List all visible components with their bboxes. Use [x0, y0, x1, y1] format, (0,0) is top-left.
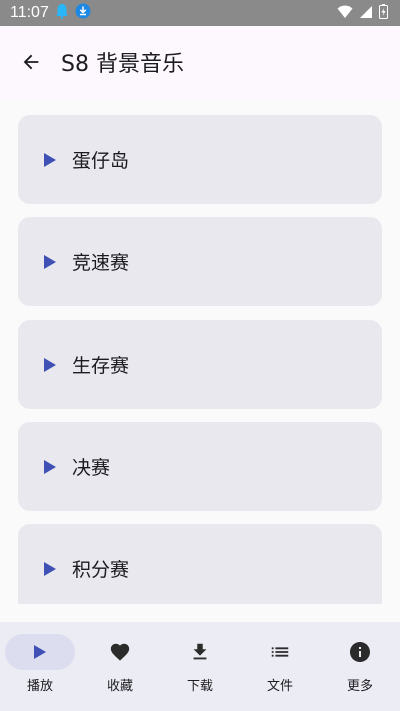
list-icon [271, 647, 289, 657]
track-label: 生存赛 [72, 355, 130, 377]
play-icon [44, 152, 56, 167]
nav-item-files[interactable]: 文件 [240, 622, 320, 711]
nav-label: 收藏 [106, 679, 133, 694]
nav-label: 文件 [266, 679, 293, 694]
page-title: S8 背景音乐 [61, 52, 184, 77]
wifi-icon [337, 4, 353, 23]
track-label: 竞速赛 [72, 252, 130, 274]
track-list[interactable]: 蛋仔岛 竞速赛 生存赛 决赛 积分赛 [0, 98, 400, 604]
heart-icon [110, 643, 130, 661]
track-item-final[interactable]: 决赛 [18, 422, 382, 511]
nav-active-indicator [5, 634, 75, 670]
nav-label: 播放 [26, 679, 53, 694]
track-item-survival[interactable]: 生存赛 [18, 320, 382, 409]
status-time: 11:07 [10, 4, 49, 21]
status-bar: 11:07 [0, 0, 400, 26]
back-button[interactable] [17, 48, 45, 76]
track-item-points[interactable]: 积分赛 [18, 524, 382, 604]
play-icon [44, 459, 56, 474]
app-bar: S8 背景音乐 [0, 26, 400, 98]
nav-item-play[interactable]: 播放 [0, 622, 80, 711]
bottom-navigation: 播放 收藏 下载 文件 更多 [0, 622, 400, 711]
nav-label: 下载 [186, 679, 213, 694]
track-item-race[interactable]: 竞速赛 [18, 217, 382, 306]
download-icon [193, 643, 207, 660]
nav-item-more[interactable]: 更多 [320, 622, 400, 711]
signal-icon [359, 4, 373, 23]
notification-bell-icon [55, 3, 69, 23]
track-label: 蛋仔岛 [72, 150, 130, 172]
download-notification-icon [75, 3, 91, 23]
battery-charging-icon [379, 3, 388, 23]
play-icon [44, 561, 56, 576]
play-icon [34, 645, 46, 659]
arrow-back-icon [23, 54, 39, 70]
play-icon [44, 357, 56, 372]
track-label: 积分赛 [72, 559, 130, 581]
track-item-egg-island[interactable]: 蛋仔岛 [18, 115, 382, 204]
nav-item-favorites[interactable]: 收藏 [80, 622, 160, 711]
nav-label: 更多 [346, 679, 373, 694]
nav-item-download[interactable]: 下载 [160, 622, 240, 711]
info-icon [350, 642, 370, 662]
play-icon [44, 254, 56, 269]
track-label: 决赛 [72, 457, 111, 479]
